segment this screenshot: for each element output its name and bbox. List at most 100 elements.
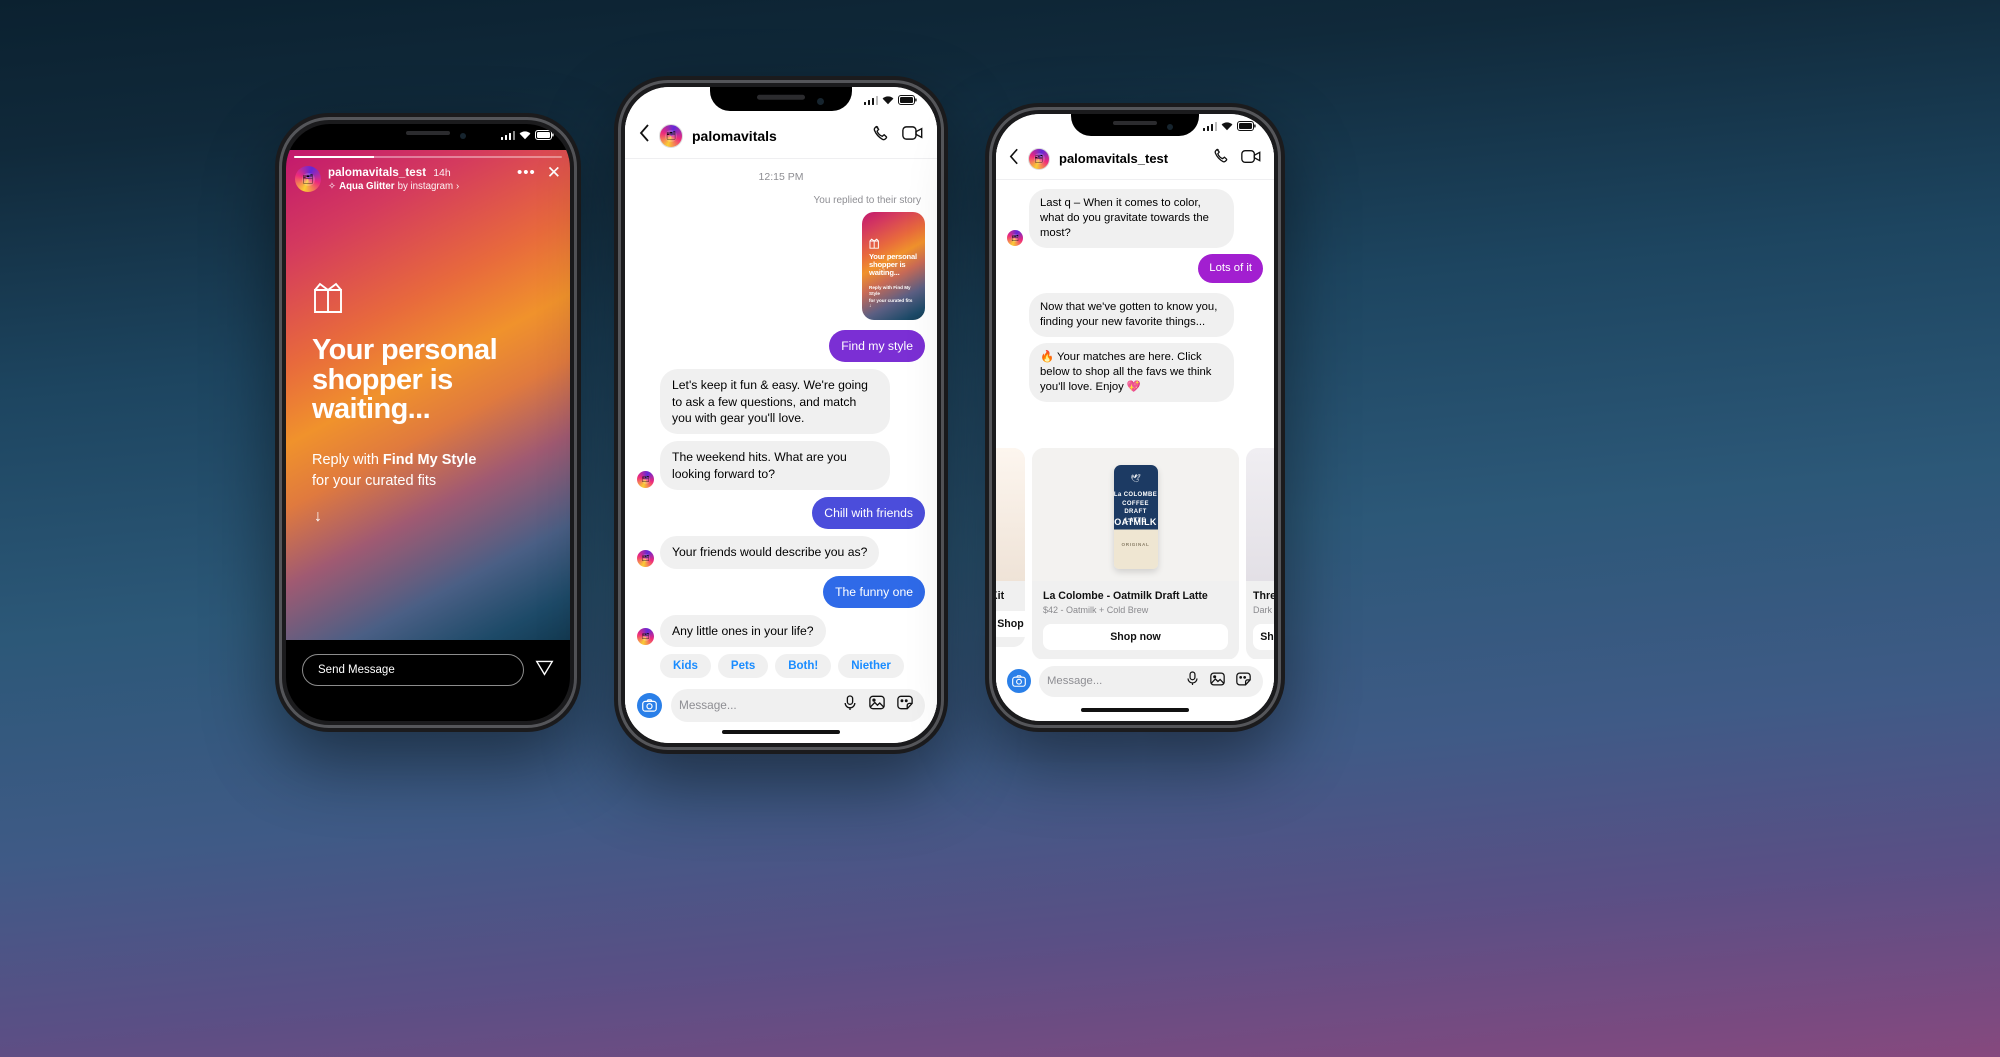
product-can-art: 🕊 La COLOMBE COFFEE DRAFT LATTE OATMILK …	[1113, 465, 1158, 569]
quick-reply-niether[interactable]: Niether	[838, 654, 904, 679]
message-row: The funny one	[637, 575, 925, 609]
sticker-icon[interactable]	[1236, 672, 1251, 691]
mic-icon[interactable]	[1186, 671, 1199, 691]
sticker-icon[interactable]	[897, 695, 913, 715]
message-input[interactable]: Message...	[1039, 665, 1263, 697]
home-indicator	[1081, 708, 1189, 712]
composer-icons	[1186, 671, 1255, 691]
message-row: 🗂 Any little ones in your life?	[637, 615, 925, 648]
product-card[interactable]: Kit Shop now	[996, 448, 1025, 647]
notch	[364, 124, 492, 145]
story-card-headline: Your personal shopper is waiting...	[869, 252, 917, 278]
story-subline: Reply with Find My Style for your curate…	[312, 450, 540, 491]
send-icon[interactable]	[535, 658, 554, 682]
dm-thread[interactable]: 12:15 PM You replied to their story Your…	[625, 159, 937, 681]
shop-now-button[interactable]: Shop now	[1253, 624, 1274, 650]
wifi-icon	[519, 130, 531, 140]
phone-icon[interactable]	[872, 125, 889, 147]
composer-icons	[843, 694, 917, 716]
story-music-sticker[interactable]: ✧ Aqua Glitter by instagram ›	[328, 181, 510, 192]
message-bubble-received[interactable]: The weekend hits. What are you looking f…	[660, 441, 890, 491]
video-icon[interactable]	[902, 125, 923, 146]
back-chevron-icon[interactable]	[1009, 148, 1019, 170]
wifi-icon	[1221, 121, 1233, 131]
close-icon[interactable]: ✕	[547, 164, 561, 181]
story-canvas[interactable]: 🗂 palomavitals_test 14h ✧ Aqua Glitter b…	[286, 150, 570, 640]
dm-contact-name[interactable]: palomavitals_test	[1059, 151, 1204, 166]
story-actions: ••• ✕	[517, 164, 561, 181]
shop-now-button[interactable]: Shop now	[1043, 624, 1228, 650]
dm-thread[interactable]: 🗂 Last q – When it comes to color, what …	[996, 180, 1274, 721]
message-input-placeholder: Message...	[679, 698, 737, 712]
product-card[interactable]: Thre Dark Shop now	[1246, 448, 1274, 660]
dm-message-list: 🗂 Last q – When it comes to color, what …	[1007, 189, 1263, 403]
product-flavor-text: OATMILK	[1114, 517, 1157, 527]
status-bar	[863, 95, 918, 105]
story-username[interactable]: palomavitals_test	[328, 167, 426, 179]
shop-now-button[interactable]: Shop now	[996, 611, 1025, 637]
avatar[interactable]: 🗂	[1028, 147, 1050, 170]
avatar[interactable]: 🗂	[637, 471, 654, 489]
product-card[interactable]: 🕊 La COLOMBE COFFEE DRAFT LATTE OATMILK …	[1032, 448, 1239, 660]
phone-dm-screen: 🗂 palomavitals 12:15 PM You replied to t…	[625, 87, 937, 743]
story-subline-suffix: for your curated fits	[312, 472, 437, 489]
music-note-icon: ✧	[328, 181, 337, 192]
message-bubble-sent[interactable]: Chill with friends	[812, 497, 925, 530]
dm-contact-name[interactable]: palomavitals	[692, 128, 863, 144]
avatar[interactable]: 🗂	[659, 123, 683, 148]
phone-dm: 🗂 palomavitals 12:15 PM You replied to t…	[614, 76, 948, 754]
story-reply-card[interactable]: Your personal shopper is waiting... Repl…	[862, 212, 925, 320]
product-info: Thre Dark Shop now	[1246, 581, 1274, 660]
product-name: Kit	[996, 590, 1005, 602]
avatar-glyph: 🗂	[641, 632, 650, 641]
camera-icon[interactable]	[637, 692, 662, 718]
product-name: La Colombe - Oatmilk Draft Latte	[1043, 590, 1208, 602]
quick-reply-pets[interactable]: Pets	[717, 654, 769, 679]
avatar[interactable]: 🗂	[1007, 230, 1023, 247]
quick-reply-kids[interactable]: Kids	[660, 654, 711, 679]
quick-reply-both[interactable]: Both!	[775, 654, 832, 679]
video-icon[interactable]	[1241, 149, 1261, 169]
front-camera	[460, 133, 466, 140]
notch	[710, 87, 852, 111]
phone-story-screen: 🗂 palomavitals_test 14h ✧ Aqua Glitter b…	[286, 124, 570, 721]
avatar[interactable]: 🗂	[637, 549, 654, 567]
product-meta: Dark	[1253, 605, 1273, 615]
signal-bars-icon	[863, 95, 878, 105]
chevron-right-icon: ›	[456, 181, 460, 192]
message-bubble-sent[interactable]: Find my style	[829, 330, 925, 363]
camera-icon[interactable]	[1007, 669, 1031, 693]
send-message-input[interactable]: Send Message	[302, 654, 524, 686]
wifi-icon	[882, 95, 894, 105]
avatar-glyph: 🗂	[665, 129, 677, 142]
message-bubble-received[interactable]: Last q – When it comes to color, what do…	[1029, 189, 1234, 249]
signal-bars-icon	[500, 130, 515, 140]
back-chevron-icon[interactable]	[639, 124, 650, 147]
earpiece-speaker	[1113, 121, 1157, 126]
more-options-icon[interactable]: •••	[517, 165, 536, 180]
gallery-icon[interactable]	[869, 695, 885, 715]
avatar[interactable]: 🗂	[637, 628, 654, 646]
avatar[interactable]: 🗂	[295, 166, 321, 192]
message-bubble-received[interactable]: Let's keep it fun & easy. We're going to…	[660, 369, 890, 435]
message-bubble-received[interactable]: Any little ones in your life?	[660, 615, 826, 648]
dm-header-actions	[872, 125, 923, 147]
message-input[interactable]: Message...	[671, 688, 925, 722]
message-row: 🗂 The weekend hits. What are you looking…	[637, 441, 925, 491]
status-bar	[1202, 121, 1257, 131]
story-subline-prefix: Reply with	[312, 452, 383, 468]
message-bubble-sent[interactable]: Lots of it	[1198, 254, 1263, 284]
bird-logo-icon: 🕊	[1130, 474, 1141, 483]
dm-header-actions	[1213, 148, 1261, 169]
phone-icon[interactable]	[1213, 148, 1229, 169]
battery-icon	[898, 95, 917, 105]
signal-bars-icon	[1202, 121, 1217, 131]
message-bubble-received[interactable]: Now that we've gotten to know you, findi…	[1029, 293, 1234, 338]
message-bubble-received[interactable]: Your friends would describe you as?	[660, 536, 880, 569]
message-row: Lots of it	[1007, 254, 1263, 284]
gallery-icon[interactable]	[1210, 672, 1225, 691]
avatar-glyph: 🗂	[1033, 153, 1045, 164]
mic-icon[interactable]	[843, 694, 857, 716]
message-bubble-received[interactable]: 🔥 Your matches are here. Click below to …	[1029, 343, 1234, 403]
message-bubble-sent[interactable]: The funny one	[823, 575, 925, 609]
